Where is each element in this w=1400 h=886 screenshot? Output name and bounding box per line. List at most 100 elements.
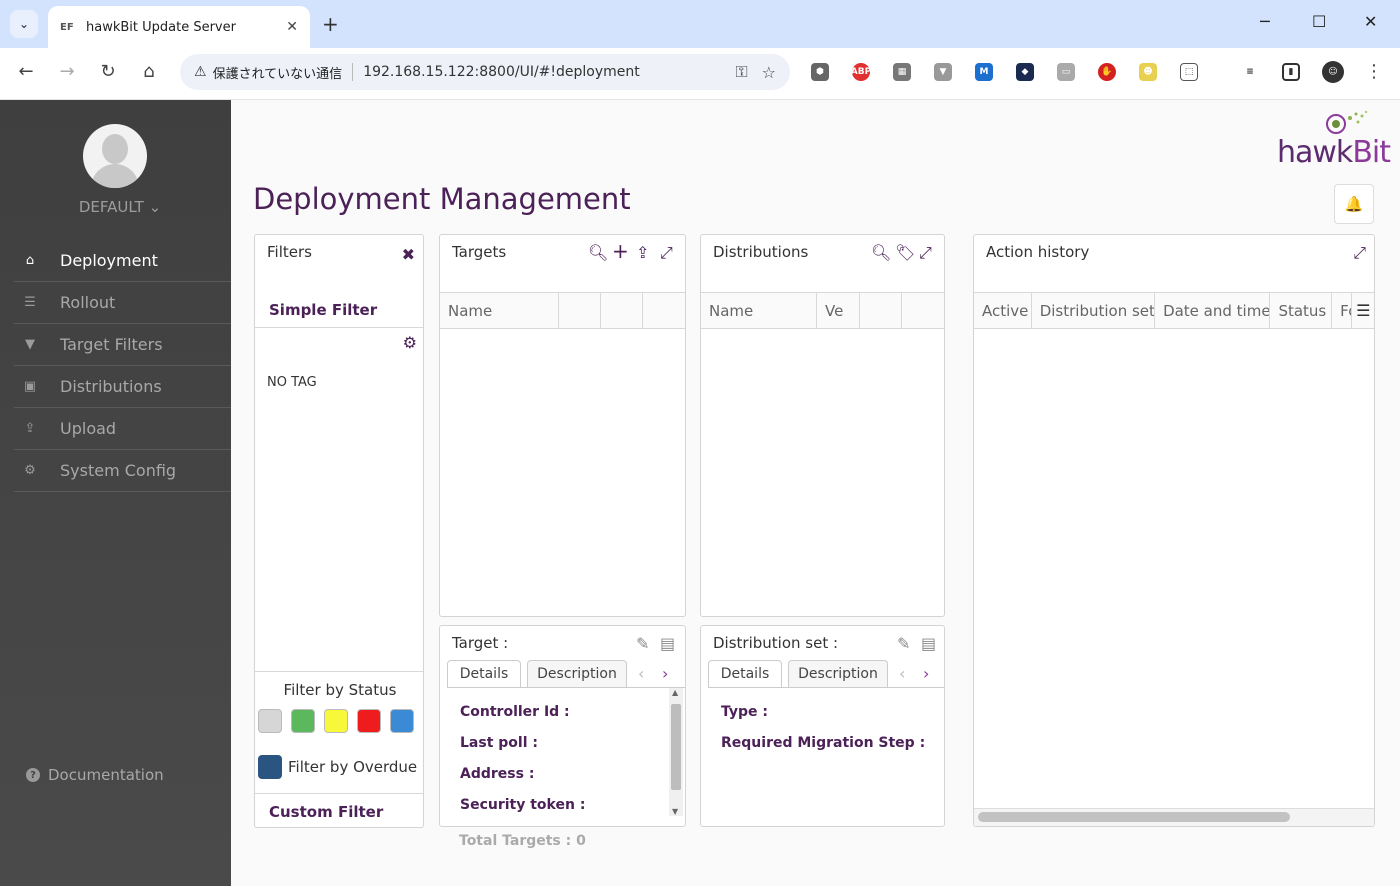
tab-details[interactable]: Details — [708, 660, 782, 688]
distribution-details-caption: Distribution set : — [713, 634, 839, 652]
column-header[interactable] — [559, 293, 601, 328]
browser-menu-icon[interactable]: ⋮ — [1362, 61, 1386, 82]
extension-qr-icon[interactable]: ▦ — [893, 63, 911, 81]
documentation-link[interactable]: ? Documentation — [26, 766, 164, 784]
security-status[interactable]: 保護されていない通信 — [213, 63, 343, 82]
tab-scroll-left-icon[interactable]: ‹ — [638, 664, 644, 683]
metadata-icon[interactable]: ▤ — [921, 634, 936, 653]
tab-close-icon[interactable]: ✕ — [286, 19, 298, 35]
column-header[interactable] — [643, 293, 685, 328]
divider — [352, 63, 354, 81]
edit-icon[interactable]: ✎ — [897, 634, 910, 653]
targets-panel: Targets 🔍︎ + ⇪ ⤢ Name — [439, 234, 686, 617]
column-header-distribution-set[interactable]: Distribution set — [1032, 293, 1156, 328]
tab-description[interactable]: Description — [527, 660, 627, 688]
browser-toolbar: ← → ↻ ⌂ ⚠ 保護されていない通信 192.168.15.122:8800… — [0, 48, 1400, 100]
tag-settings-gear-icon[interactable]: ⚙ — [403, 333, 417, 352]
briefcase-icon: ▣ — [23, 379, 37, 394]
simple-filter-heading[interactable]: Simple Filter — [269, 301, 377, 319]
sidebar-item-system-config[interactable]: ⚙ System Config — [14, 450, 231, 492]
column-header[interactable] — [902, 293, 944, 328]
extension-dark-icon[interactable]: ◆ — [1016, 63, 1034, 81]
list-icon: ☰ — [24, 295, 36, 310]
sidebar-item-distributions[interactable]: ▣ Distributions — [14, 366, 231, 408]
sidebar-item-upload[interactable]: ⇪ Upload — [14, 408, 231, 450]
notification-bell-icon[interactable]: 🔔 — [1334, 184, 1374, 224]
maximize-icon[interactable]: ⤢ — [919, 243, 932, 263]
overdue-color-box — [258, 755, 282, 779]
profile-avatar-icon[interactable]: ☺ — [1322, 61, 1344, 83]
filter-by-overdue-toggle[interactable]: Filter by Overdue — [258, 755, 417, 779]
column-header[interactable] — [860, 293, 903, 328]
tab-description[interactable]: Description — [788, 660, 888, 688]
forward-icon[interactable]: → — [55, 61, 79, 82]
extension-screen-icon[interactable]: ▭ — [1057, 63, 1075, 81]
search-icon[interactable]: 🔍︎ — [588, 243, 608, 262]
no-tag-button[interactable]: NO TAG — [267, 375, 317, 390]
column-header-status[interactable]: Status — [1270, 293, 1333, 328]
target-details-caption: Target : — [452, 634, 509, 652]
extensions-puzzle-icon[interactable]: ⬚ — [1180, 63, 1198, 81]
column-header-version[interactable]: Ve — [817, 293, 860, 328]
sidebar-item-target-filters[interactable]: ▼ Target Filters — [14, 324, 231, 366]
extension-rabbit-icon[interactable]: ☻ — [1139, 63, 1157, 81]
tab-scroll-right-icon[interactable]: › — [923, 664, 929, 683]
column-header-forced[interactable]: Fo — [1332, 293, 1353, 328]
status-pending-button[interactable] — [324, 709, 348, 733]
tab-scroll-right-icon[interactable]: › — [662, 664, 668, 683]
address-bar[interactable]: ⚠ 保護されていない通信 192.168.15.122:8800/UI/#!de… — [180, 54, 790, 90]
sidebar-item-label: System Config — [60, 461, 177, 480]
maximize-icon[interactable]: ⤢ — [660, 243, 673, 263]
status-error-button[interactable] — [357, 709, 381, 733]
status-in-sync-button[interactable] — [291, 709, 315, 733]
status-registered-button[interactable] — [390, 709, 414, 733]
scrollbar-thumb[interactable] — [978, 812, 1290, 822]
tenant-selector[interactable]: DEFAULT ⌄ — [0, 198, 240, 216]
column-header-name[interactable]: Name — [440, 293, 559, 328]
edit-icon[interactable]: ✎ — [636, 634, 649, 653]
home-icon[interactable]: ⌂ — [137, 61, 161, 82]
browser-tab[interactable]: EF hawkBit Update Server ✕ — [48, 6, 310, 48]
media-queue-icon[interactable]: ≡ — [1241, 63, 1259, 81]
status-unknown-button[interactable] — [258, 709, 282, 733]
column-header[interactable] — [601, 293, 643, 328]
tags-icon[interactable]: 🏷︎ — [895, 243, 915, 262]
close-filters-icon[interactable]: ✖ — [402, 245, 415, 264]
details-scrollbar[interactable]: ▲ ▼ — [669, 688, 683, 816]
tab-details[interactable]: Details — [447, 660, 521, 688]
column-header-date-and-time[interactable]: Date and time — [1155, 293, 1271, 328]
url-text[interactable]: 192.168.15.122:8800/UI/#!deployment — [363, 64, 721, 80]
new-tab-icon[interactable]: + — [322, 12, 339, 36]
tab-search-chevron-icon[interactable]: ⌄ — [10, 10, 38, 38]
scrollbar-thumb[interactable] — [671, 704, 681, 790]
metadata-icon[interactable]: ▤ — [660, 634, 675, 653]
maximize-icon[interactable]: ☐ — [1312, 12, 1326, 31]
maximize-icon[interactable]: ⤢ — [1353, 243, 1366, 263]
side-panel-icon[interactable]: ▮ — [1282, 63, 1300, 81]
search-icon[interactable]: 🔍︎ — [871, 243, 891, 262]
horizontal-scrollbar[interactable] — [974, 808, 1374, 826]
security-token-label: Security token : — [460, 797, 586, 813]
warning-icon[interactable]: ⚠ — [194, 64, 207, 80]
extension-hex-icon[interactable]: ⬢ — [811, 63, 829, 81]
gear-icon: ⚙ — [24, 463, 36, 478]
column-menu-icon[interactable]: ☰ — [1352, 293, 1374, 328]
key-icon[interactable]: ⚿ — [735, 62, 747, 82]
sidebar-item-rollout[interactable]: ☰ Rollout — [14, 282, 231, 324]
extension-stop-icon[interactable]: ✋ — [1098, 63, 1116, 81]
column-header-active[interactable]: Active — [974, 293, 1032, 328]
reload-icon[interactable]: ↻ — [96, 61, 120, 82]
minimize-icon[interactable]: ─ — [1260, 12, 1270, 31]
extension-m-icon[interactable]: M — [975, 63, 993, 81]
bookmark-star-icon[interactable]: ☆ — [762, 63, 776, 82]
adblock-icon[interactable]: ABP — [851, 63, 871, 81]
back-icon[interactable]: ← — [14, 61, 38, 82]
tab-scroll-left-icon[interactable]: ‹ — [899, 664, 905, 683]
sidebar-item-deployment[interactable]: ⌂ Deployment — [14, 240, 231, 282]
extension-v-icon[interactable]: ▼ — [934, 63, 952, 81]
bulk-upload-icon[interactable]: ⇪ — [636, 243, 649, 262]
custom-filter-heading[interactable]: Custom Filter — [269, 803, 383, 821]
window-close-icon[interactable]: ✕ — [1364, 12, 1377, 31]
add-target-icon[interactable]: + — [612, 239, 629, 263]
column-header-name[interactable]: Name — [701, 293, 817, 328]
